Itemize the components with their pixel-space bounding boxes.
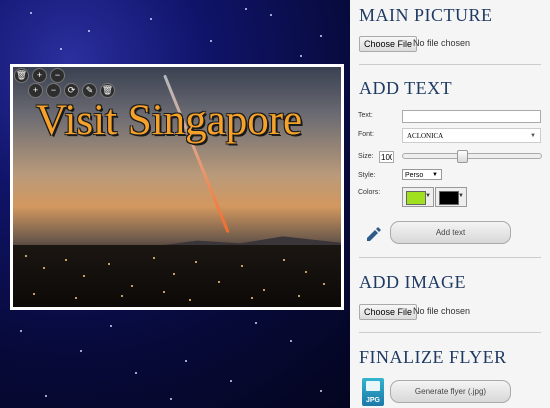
add-image-title: ADD IMAGE: [359, 272, 466, 292]
main-picture-title: MAIN PICTURE: [359, 5, 493, 25]
jpg-file-icon: JPG: [362, 378, 384, 406]
divider: [359, 64, 541, 65]
text-label: Text:: [358, 112, 373, 119]
text-input[interactable]: [402, 110, 541, 123]
delete-icon[interactable]: 🗑: [14, 68, 29, 83]
divider: [359, 332, 541, 333]
chevron-down-icon: ▼: [458, 193, 464, 199]
finalize-flyer-title: FINALIZE FLYER: [359, 347, 507, 367]
image-icon: [366, 381, 380, 391]
fill-color-picker[interactable]: ▼: [402, 187, 434, 207]
pencil-icon: [367, 227, 381, 241]
generate-flyer-button[interactable]: Generate flyer (.jpg): [390, 380, 511, 403]
add-text-button[interactable]: Add text: [390, 221, 511, 244]
style-select-value: Perso: [405, 172, 424, 179]
font-label: Font:: [358, 131, 374, 138]
size-slider-handle[interactable]: [457, 150, 468, 163]
size-slider[interactable]: [402, 150, 542, 163]
colors-label: Colors:: [358, 189, 381, 196]
stroke-color-swatch: [439, 191, 459, 205]
chevron-down-icon: ▼: [530, 133, 536, 139]
chevron-down-icon: ▼: [425, 193, 431, 199]
font-select[interactable]: ACLONICA ▼: [402, 128, 541, 143]
add-image-file-status: No file chosen: [413, 306, 471, 316]
zoom-out-icon[interactable]: −: [50, 68, 65, 83]
fill-color-swatch: [406, 191, 426, 205]
flyer-text[interactable]: Visit Singapore: [36, 96, 302, 145]
main-picture-file-status: No file chosen: [413, 38, 471, 48]
add-image-file-button[interactable]: Choose File: [359, 304, 418, 320]
main-picture-file-button[interactable]: Choose File: [359, 36, 418, 52]
size-label: Size:: [358, 153, 374, 160]
font-select-value: ACLONICA: [407, 132, 444, 140]
add-text-title: ADD TEXT: [359, 78, 453, 98]
flyer-canvas: 🗑 + − + − ⟳ ✎ 🗑 Visit Singapore: [0, 0, 350, 408]
jpg-icon-label: JPG: [365, 397, 380, 404]
chevron-down-icon: ▼: [432, 172, 438, 178]
divider: [359, 257, 541, 258]
city-lights: [13, 245, 341, 307]
size-input[interactable]: [379, 151, 394, 163]
stroke-color-picker[interactable]: ▼: [435, 187, 467, 207]
style-label: Style:: [358, 172, 376, 179]
zoom-in-icon[interactable]: +: [32, 68, 47, 83]
style-select[interactable]: Perso ▼: [402, 169, 442, 180]
